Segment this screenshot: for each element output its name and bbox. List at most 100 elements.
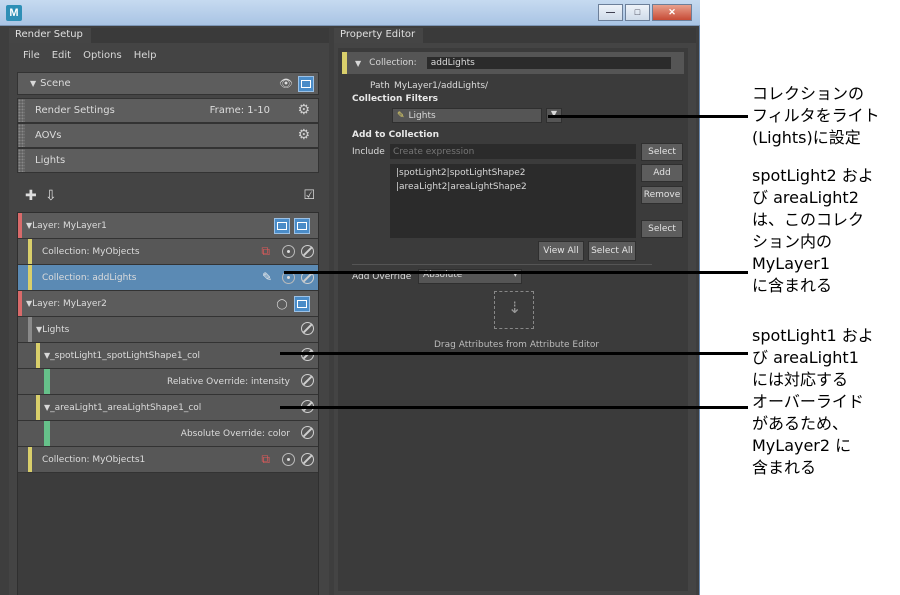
lights-label: Lights xyxy=(35,155,66,166)
expand-arrow-icon[interactable]: ▼ xyxy=(30,79,36,88)
render-settings-row[interactable]: Render Settings Frame: 1-10 ⚙ xyxy=(17,98,319,123)
view-all-button[interactable]: View All xyxy=(538,241,584,261)
property-editor-panel: Property Editor ▼ Collection: addLights … xyxy=(334,28,696,595)
collection-filters-heading: Collection Filters xyxy=(352,94,439,104)
create-layer-icon[interactable]: ✚ xyxy=(25,188,37,204)
light-filter-icon[interactable]: ✎ xyxy=(262,270,272,284)
tree-row-collection-addlights[interactable]: Collection: addLights ✎ xyxy=(18,265,318,291)
import-icon[interactable]: ⇩ xyxy=(45,188,57,204)
tree-row-relative-override[interactable]: Relative Override: intensity xyxy=(18,369,318,395)
tree-row-absolute-override[interactable]: Absolute Override: color xyxy=(18,421,318,447)
layer-color-bar xyxy=(18,213,22,238)
divider xyxy=(352,264,652,265)
add-to-collection-heading: Add to Collection xyxy=(352,130,439,140)
select-all-button[interactable]: Select All xyxy=(588,241,636,261)
selector-icon[interactable]: ⧉ xyxy=(261,244,270,259)
isolate-icon[interactable] xyxy=(282,453,295,466)
collection-color-bar xyxy=(28,265,32,290)
menu-help[interactable]: Help xyxy=(134,50,157,66)
layer-color-bar xyxy=(18,291,22,316)
group-color-bar xyxy=(28,317,32,342)
collection-label: Collection: xyxy=(369,58,417,68)
select-members-button[interactable]: Select xyxy=(641,220,683,238)
collection-controls: ⧉ xyxy=(261,244,314,259)
collection-header: ▼ Collection: addLights xyxy=(342,52,684,74)
menu-options[interactable]: Options xyxy=(83,50,122,66)
collection-label: Collection: addLights xyxy=(42,272,137,283)
lights-row[interactable]: Lights xyxy=(17,148,319,173)
isolate-icon[interactable] xyxy=(282,245,295,258)
select-button[interactable]: Select xyxy=(641,143,683,161)
render-layer-icon[interactable] xyxy=(294,218,310,234)
tree-row-collection-myobjects[interactable]: Collection: MyObjects ⧉ xyxy=(18,239,318,265)
tree-row-arealight-collection[interactable]: ▼ _areaLight1_areaLightShape1_col xyxy=(18,395,318,421)
drag-handle-icon[interactable] xyxy=(18,149,25,172)
include-expression-input[interactable] xyxy=(390,144,636,159)
render-setup-panel: Render Setup File Edit Options Help ▼ Sc… xyxy=(9,28,329,595)
members-list[interactable]: |spotLight2|spotLightShape2 |areaLight2|… xyxy=(390,164,636,238)
drag-handle-icon[interactable] xyxy=(18,99,25,122)
collection-color-bar xyxy=(28,447,32,472)
checklist-icon[interactable]: ☑ xyxy=(303,188,315,203)
add-button[interactable]: Add xyxy=(641,164,683,182)
override-color-bar xyxy=(44,421,50,446)
gear-icon[interactable]: ⚙ xyxy=(297,102,310,118)
collection-name-field[interactable]: addLights xyxy=(426,57,671,69)
tab-property-editor[interactable]: Property Editor xyxy=(334,28,424,43)
selector-icon[interactable]: ⧉ xyxy=(261,452,270,467)
maximize-button[interactable]: □ xyxy=(625,4,650,21)
annotation-filter-note: コレクションの フィルタをライト (Lights)に設定 xyxy=(752,84,880,147)
remove-button[interactable]: Remove xyxy=(641,186,683,204)
render-settings-label: Render Settings xyxy=(35,105,115,116)
layer-label: Layer: MyLayer1 xyxy=(32,220,107,231)
drop-target-icon[interactable]: ⇣ xyxy=(494,291,534,329)
tree-row-lights-group[interactable]: ▼ Lights xyxy=(18,317,318,343)
property-editor-content: ▼ Collection: addLights Path MyLayer1/ad… xyxy=(338,48,688,591)
filter-value: Lights xyxy=(408,110,436,121)
visibility-eye-icon[interactable] xyxy=(274,218,290,234)
drag-handle-icon[interactable] xyxy=(18,124,25,147)
layer-tree: ▼ Layer: MyLayer1 Collection: MyObjects … xyxy=(17,212,319,595)
disable-icon[interactable] xyxy=(301,245,314,258)
light-icon: ✎ xyxy=(397,110,405,121)
collection-color-bar xyxy=(28,239,32,264)
maya-window: M — □ ✕ Render Setup File Edit Options H… xyxy=(0,0,700,595)
collection-label: Collection: MyObjects xyxy=(42,246,140,257)
collection-label: _spotLight1_spotLightShape1_col xyxy=(50,350,201,361)
drag-hint-text: Drag Attributes from Attribute Editor xyxy=(434,340,600,350)
render-layer-icon[interactable] xyxy=(298,75,314,92)
menu-file[interactable]: File xyxy=(23,50,40,66)
list-item[interactable]: |spotLight2|spotLightShape2 xyxy=(396,168,630,178)
visibility-eye-icon[interactable]: 👁 xyxy=(278,76,294,92)
menu-edit[interactable]: Edit xyxy=(52,50,71,66)
tab-render-setup[interactable]: Render Setup xyxy=(9,28,91,43)
tree-row-spotlight-collection[interactable]: ▼ _spotLight1_spotLightShape1_col xyxy=(18,343,318,369)
scene-row[interactable]: ▼ Scene 👁 xyxy=(17,72,319,95)
maya-app-icon: M xyxy=(6,5,22,21)
tree-row-layer-mylayer2[interactable]: ▼ Layer: MyLayer2 ◯ xyxy=(18,291,318,317)
visibility-eye-icon[interactable]: ◯ xyxy=(274,296,290,312)
aovs-label: AOVs xyxy=(35,130,62,141)
close-button[interactable]: ✕ xyxy=(652,4,692,21)
disable-icon[interactable] xyxy=(301,453,314,466)
layer-toolbar: ✚ ⇩ ☑ xyxy=(25,188,315,208)
disable-icon[interactable] xyxy=(301,322,314,335)
aovs-row[interactable]: AOVs ⚙ xyxy=(17,123,319,148)
list-item[interactable]: |areaLight2|areaLightShape2 xyxy=(396,182,630,192)
disable-icon[interactable] xyxy=(301,426,314,439)
collapse-arrow-icon[interactable]: ▼ xyxy=(355,59,361,68)
collection-controls: ⧉ xyxy=(261,452,314,467)
scene-label: Scene xyxy=(40,78,71,89)
minimize-button[interactable]: — xyxy=(598,4,623,21)
override-label: Absolute Override: color xyxy=(180,428,290,439)
annotation-pointer-line xyxy=(280,352,748,355)
tree-row-layer-mylayer1[interactable]: ▼ Layer: MyLayer1 xyxy=(18,213,318,239)
group-label: Lights xyxy=(42,324,70,335)
gear-icon[interactable]: ⚙ xyxy=(297,127,310,143)
override-label: Relative Override: intensity xyxy=(166,376,290,387)
filter-dropdown[interactable]: ✎ Lights xyxy=(392,108,542,123)
override-controls xyxy=(301,374,314,387)
render-layer-icon[interactable] xyxy=(294,296,310,312)
tree-row-collection-myobjects1[interactable]: Collection: MyObjects1 ⧉ xyxy=(18,447,318,473)
disable-icon[interactable] xyxy=(301,374,314,387)
